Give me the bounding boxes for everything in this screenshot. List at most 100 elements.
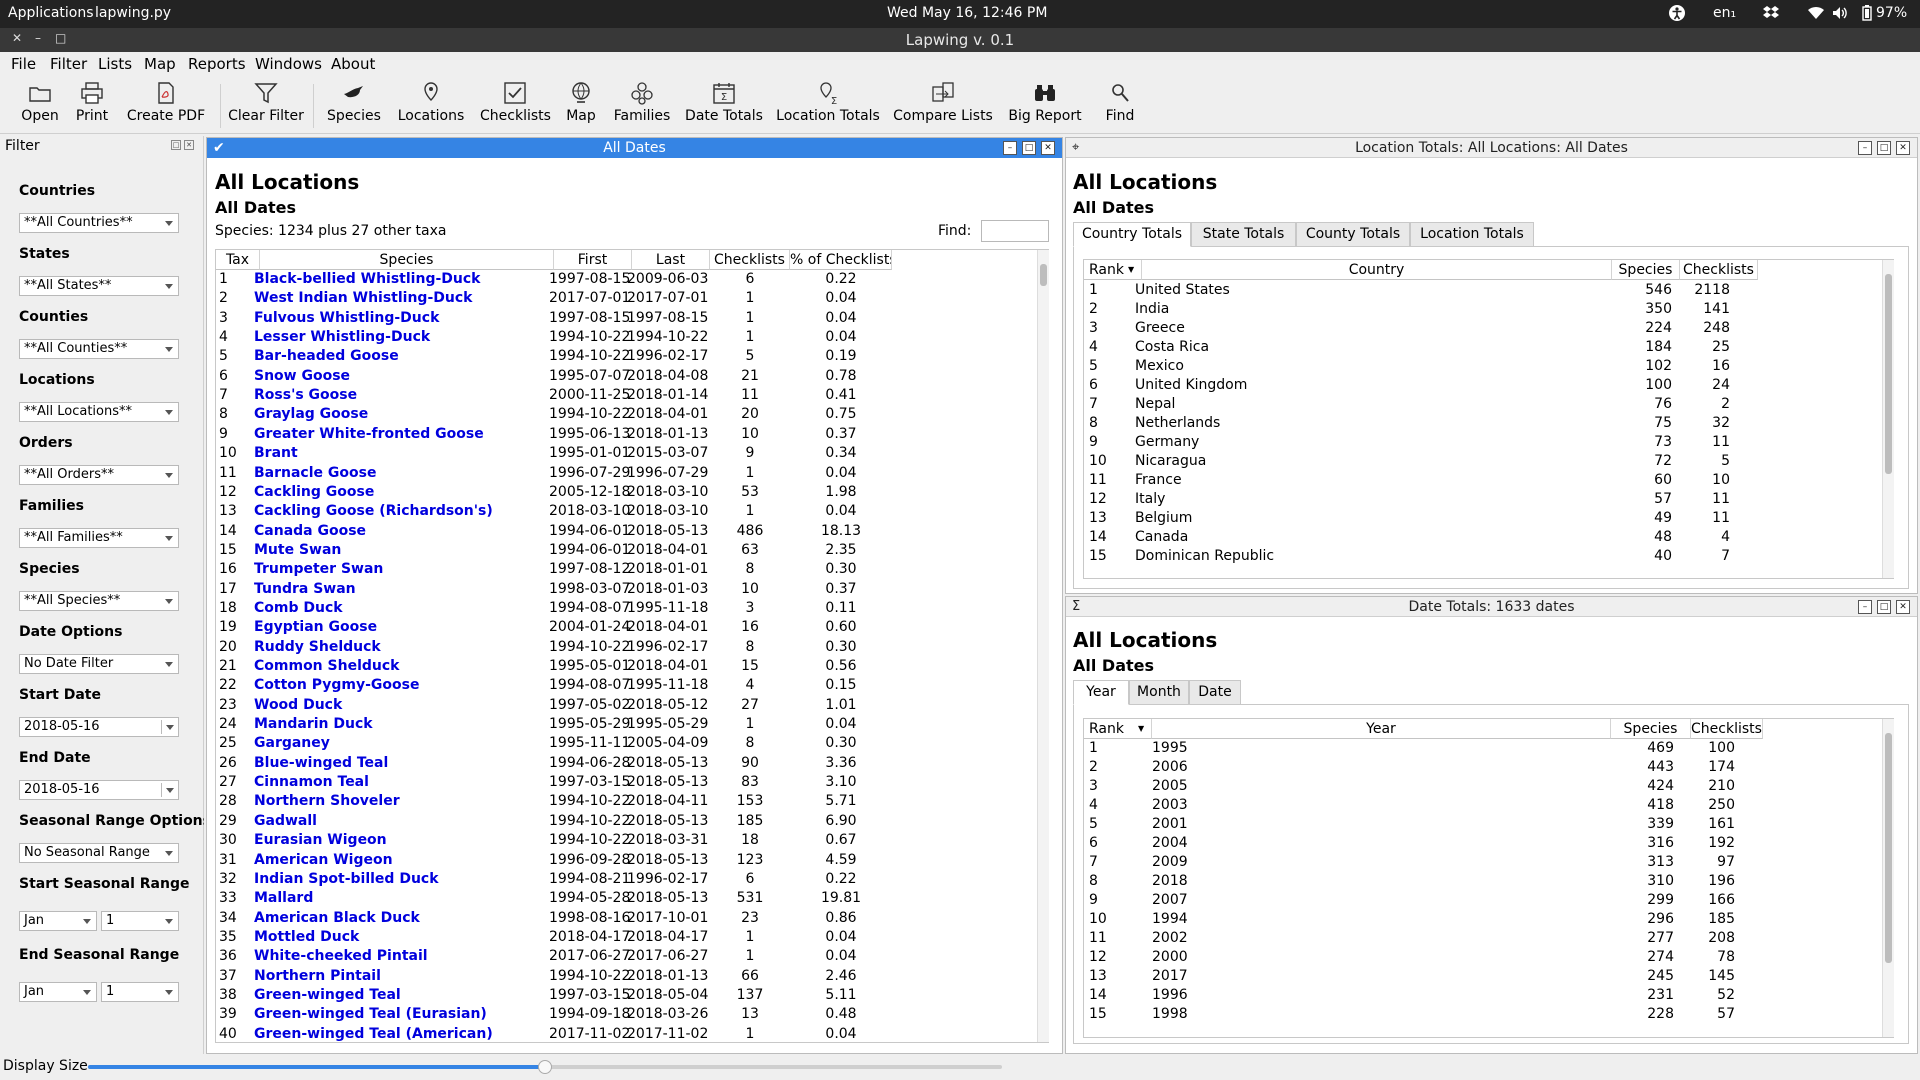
column-header-rank[interactable]: Rank ▼ (1084, 719, 1152, 739)
end-date-input[interactable]: 2018-05-16 (19, 780, 179, 800)
table-row[interactable]: 8 Graylag Goose 1994-10-22 2018-04-01 20 0.75 (216, 406, 1036, 425)
maximize-icon[interactable]: □ (1022, 141, 1036, 155)
table-row[interactable]: 20 Ruddy Shelduck 1994-10-22 1996-02-17 8 0.3… (216, 639, 1036, 658)
species-table-scrollbar[interactable] (1037, 250, 1049, 1042)
table-row[interactable]: 8 Netherlands 75 32 (1084, 415, 1884, 434)
table-row[interactable]: 25 Garganey 1995-11-11 2005-04-09 8 0.30 (216, 735, 1036, 754)
table-row[interactable]: 12 Cackling Goose 2005-12-18 2018-03-10 53 1.… (216, 484, 1036, 503)
table-row[interactable]: 4 2003 418 250 (1084, 797, 1884, 816)
table-row[interactable]: 2 West Indian Whistling-Duck 2017-07-01 201… (216, 290, 1036, 309)
column-header-year[interactable]: Year (1152, 719, 1611, 739)
table-row[interactable]: 13 Cackling Goose (Richardson's) 2018-03-1… (216, 503, 1036, 522)
minimize-icon[interactable]: – (1858, 600, 1872, 614)
tab-state-totals[interactable]: State Totals (1191, 222, 1296, 247)
table-row[interactable]: 23 Wood Duck 1997-05-02 2018-05-12 27 1.01 (216, 697, 1036, 716)
table-row[interactable]: 40 Green-winged Teal (American) 2017-11-02… (216, 1026, 1036, 1042)
menu-lists[interactable]: Lists (98, 55, 132, 73)
table-row[interactable]: 5 Bar-headed Goose 1994-10-22 1996-02-17 5 0.… (216, 348, 1036, 367)
table-row[interactable]: 21 Common Shelduck 1995-05-01 2018-04-01 15 0… (216, 658, 1036, 677)
table-row[interactable]: 6 United Kingdom 100 24 (1084, 377, 1884, 396)
table-row[interactable]: 17 Tundra Swan 1998-03-07 2018-01-03 10 0.37 (216, 581, 1036, 600)
table-row[interactable]: 10 Nicaragua 72 5 (1084, 453, 1884, 472)
active-window-name[interactable]: lapwing.py (95, 5, 171, 21)
column-header-species[interactable]: Species (260, 250, 554, 270)
menu-reports[interactable]: Reports (188, 55, 246, 73)
close-icon[interactable]: ✕ (1041, 141, 1055, 155)
table-row[interactable]: 39 Green-winged Teal (Eurasian) 1994-09-18… (216, 1006, 1036, 1025)
table-row[interactable]: 2 India 350 141 (1084, 301, 1884, 320)
table-row[interactable]: 29 Gadwall 1994-10-22 2018-05-13 185 6.90 (216, 813, 1036, 832)
checklists-button[interactable]: Checklists (480, 80, 551, 132)
species-button[interactable]: Species (326, 80, 382, 132)
maximize-icon[interactable]: □ (1877, 600, 1891, 614)
table-row[interactable]: 1 1995 469 100 (1084, 740, 1884, 759)
menu-file[interactable]: File (11, 55, 36, 73)
table-row[interactable]: 12 2000 274 78 (1084, 949, 1884, 968)
column-header-checklists[interactable]: Checklists (1691, 719, 1763, 739)
table-row[interactable]: 11 Barnacle Goose 1996-07-29 1996-07-29 1 0.0… (216, 465, 1036, 484)
column-header-percent-checklists[interactable]: % of Checklists (790, 250, 892, 270)
table-row[interactable]: 5 Mexico 102 16 (1084, 358, 1884, 377)
table-row[interactable]: 35 Mottled Duck 2018-04-17 2018-04-17 1 0.04 (216, 929, 1036, 948)
column-header-first[interactable]: First (554, 250, 632, 270)
table-row[interactable]: 14 1996 231 52 (1084, 987, 1884, 1006)
table-row[interactable]: 1 Black-bellied Whistling-Duck 1997-08-15 2… (216, 271, 1036, 290)
families-select[interactable]: **All Families** (19, 528, 179, 548)
locations-button[interactable]: Locations (396, 80, 466, 132)
date-totals-title-bar[interactable]: Σ Date Totals: 1633 dates – □ ✕ (1066, 597, 1917, 617)
end-seasonal-day-select[interactable]: 1 (101, 982, 179, 1002)
table-row[interactable]: 3 Greece 224 248 (1084, 320, 1884, 339)
end-seasonal-month-select[interactable]: Jan (19, 982, 97, 1002)
menu-windows[interactable]: Windows (255, 55, 322, 73)
table-row[interactable]: 9 Germany 73 11 (1084, 434, 1884, 453)
close-icon[interactable]: ✕ (1896, 141, 1910, 155)
table-row[interactable]: 1 United States 546 2118 (1084, 282, 1884, 301)
table-row[interactable]: 6 2004 316 192 (1084, 835, 1884, 854)
column-header-species[interactable]: Species (1612, 260, 1680, 280)
table-row[interactable]: 6 Snow Goose 1995-07-07 2018-04-08 21 0.78 (216, 368, 1036, 387)
column-header-checklists[interactable]: Checklists (1680, 260, 1758, 280)
window-title-bar[interactable]: ✕ – □ Lapwing v. 0.1 (0, 28, 1920, 52)
locations-select[interactable]: **All Locations** (19, 402, 179, 422)
table-row[interactable]: 7 Ross's Goose 2000-11-25 2018-01-14 11 0.41 (216, 387, 1036, 406)
table-row[interactable]: 11 France 60 10 (1084, 472, 1884, 491)
table-row[interactable]: 11 2002 277 208 (1084, 930, 1884, 949)
close-panel-icon[interactable]: ✕ (184, 140, 194, 150)
table-row[interactable]: 22 Cotton Pygmy-Goose 1994-08-07 1995-11-18… (216, 677, 1036, 696)
find-input[interactable] (981, 220, 1049, 242)
table-row[interactable]: 7 2009 313 97 (1084, 854, 1884, 873)
year-table-scrollbar[interactable] (1882, 719, 1894, 1037)
table-row[interactable]: 26 Blue-winged Teal 1994-06-28 2018-05-13 90… (216, 755, 1036, 774)
minimize-icon[interactable]: – (1858, 141, 1872, 155)
minimize-icon[interactable]: – (1003, 141, 1017, 155)
battery-icon[interactable] (1862, 5, 1872, 25)
seasonal-range-select[interactable]: No Seasonal Range (19, 843, 179, 863)
countries-select[interactable]: **All Countries** (19, 213, 179, 233)
keyboard-layout[interactable]: en₁ (1713, 5, 1736, 21)
table-row[interactable]: 15 1998 228 57 (1084, 1006, 1884, 1025)
table-row[interactable]: 3 Fulvous Whistling-Duck 1997-08-15 1997-08… (216, 310, 1036, 329)
table-row[interactable]: 13 2017 245 145 (1084, 968, 1884, 987)
column-header-tax[interactable]: Tax (216, 250, 260, 270)
tab-month[interactable]: Month (1129, 680, 1189, 705)
column-header-last[interactable]: Last (632, 250, 710, 270)
table-row[interactable]: 14 Canada 48 4 (1084, 529, 1884, 548)
table-row[interactable]: 31 American Wigeon 1996-09-28 2018-05-13 123… (216, 852, 1036, 871)
map-button[interactable]: Map (562, 80, 600, 132)
start-seasonal-day-select[interactable]: 1 (101, 911, 179, 931)
column-header-rank[interactable]: Rank ▼ (1084, 260, 1142, 280)
table-row[interactable]: 27 Cinnamon Teal 1997-03-15 2018-05-13 83 3.1… (216, 774, 1036, 793)
table-row[interactable]: 10 1994 296 185 (1084, 911, 1884, 930)
table-row[interactable]: 3 2005 424 210 (1084, 778, 1884, 797)
accessibility-icon[interactable] (1668, 4, 1686, 26)
table-row[interactable]: 37 Northern Pintail 1994-10-22 2018-01-13 66… (216, 968, 1036, 987)
country-table-scrollbar[interactable] (1882, 260, 1894, 578)
applications-menu[interactable]: Applications (8, 5, 94, 21)
states-select[interactable]: **All States** (19, 276, 179, 296)
start-date-input[interactable]: 2018-05-16 (19, 717, 179, 737)
column-header-checklists[interactable]: Checklists (710, 250, 790, 270)
column-header-species[interactable]: Species (1611, 719, 1691, 739)
tab-location-totals[interactable]: Location Totals (1410, 222, 1534, 247)
menu-filter[interactable]: Filter (50, 55, 87, 73)
clock[interactable]: Wed May 16, 12:46 PM (887, 5, 1047, 21)
